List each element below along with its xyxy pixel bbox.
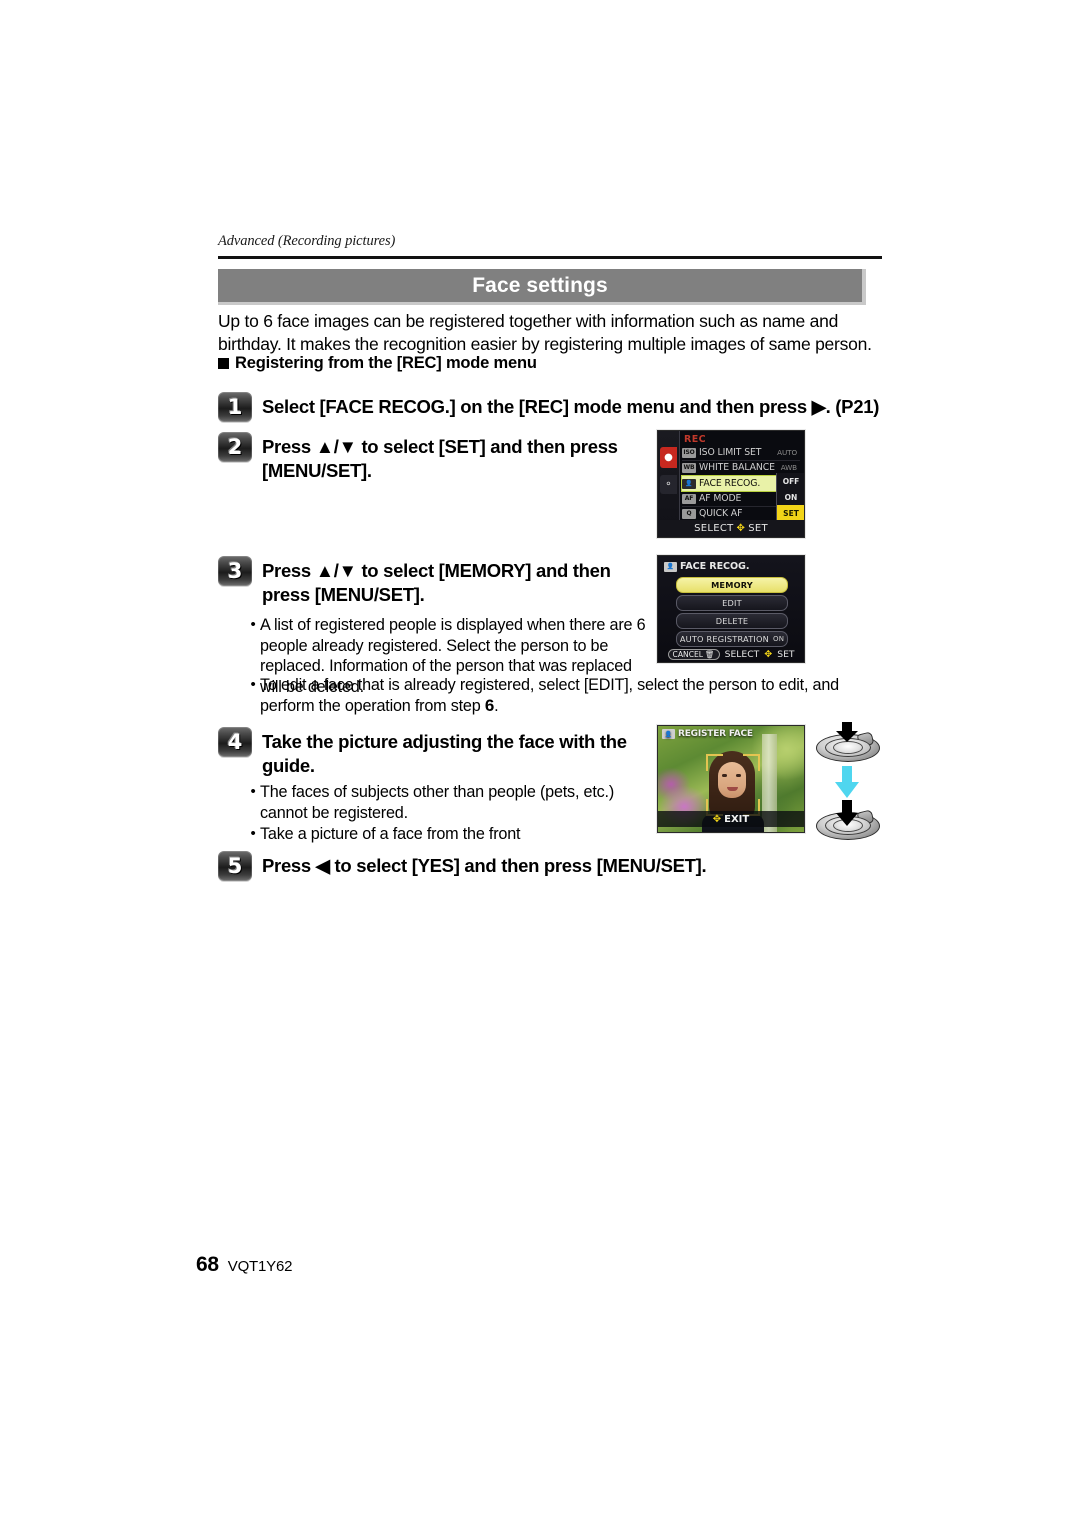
joystick-icon: ✥ xyxy=(736,523,746,534)
step-2-badge: 2 xyxy=(218,432,252,462)
face-icon: 👤 xyxy=(682,478,696,489)
lcd-row-value: AUTO xyxy=(777,448,797,457)
step-5-text: Press ◀ to select [YES] and then press [… xyxy=(262,855,707,876)
lcd-option-column: OFF ON SET xyxy=(776,473,804,521)
joystick-icon: ✥ xyxy=(764,648,773,660)
step-5: 5 Press ◀ to select [YES] and then press… xyxy=(218,851,886,881)
lcd-button-edit: EDIT xyxy=(676,595,788,611)
bullet-dot-icon: • xyxy=(250,783,256,800)
step-3-text: Press ▲/▼ to select [MEMORY] and then pr… xyxy=(262,560,611,605)
lcd-option-set: SET xyxy=(777,505,804,521)
lcd-row-iso-limit: ISO ISO LIMIT SET AUTO xyxy=(682,445,800,461)
subsection-heading: Registering from the [REC] mode menu xyxy=(218,354,537,373)
step-3-bullets-2: • To edit a face that is already registe… xyxy=(246,675,886,717)
iso-icon: ISO xyxy=(682,447,696,458)
joystick-icon: ✥ xyxy=(712,813,722,825)
bullet-dot-icon: • xyxy=(250,825,256,842)
bullet-dot-icon: • xyxy=(250,616,256,633)
lcd-footer-cancel: CANCEL 🗑 xyxy=(667,648,720,660)
lcd-title: 👤 REGISTER FACE xyxy=(662,729,753,739)
bullet-item: • The faces of subjects other than peopl… xyxy=(246,782,646,823)
shutter-button-full-press-icon xyxy=(812,800,882,840)
step-3: 3 Press ▲/▼ to select [MEMORY] and then … xyxy=(218,556,643,606)
down-arrow-icon xyxy=(836,800,858,826)
af-icon: AF xyxy=(682,493,696,504)
lcd-exit-bar: ✥ EXIT xyxy=(658,811,804,827)
shutter-button-half-press-icon xyxy=(812,722,882,762)
bullet-dot-icon: • xyxy=(250,676,256,693)
bullet-text: The faces of subjects other than people … xyxy=(260,783,615,822)
page-number: 68 xyxy=(196,1253,219,1276)
wb-icon: WB xyxy=(682,462,696,473)
face-guide-frame-icon xyxy=(706,754,760,816)
lcd-exit-label: EXIT xyxy=(724,813,750,825)
lcd-button-auto-registration: AUTO REGISTRATION ON xyxy=(676,631,788,647)
page-footer: 68 VQT1Y62 xyxy=(196,1253,292,1277)
bullet-text-main: To edit a face that is already registere… xyxy=(260,676,839,715)
section-title: Face settings xyxy=(472,273,608,297)
step-2: 2 Press ▲/▼ to select [SET] and then pre… xyxy=(218,432,643,482)
lcd-footer-select: SELECT xyxy=(694,523,734,534)
lcd-header-label: FACE RECOG. xyxy=(680,561,750,572)
lcd-footer-set: SET xyxy=(748,523,768,534)
wrench-icon: ⚬ xyxy=(660,475,677,494)
face-icon: 👤 xyxy=(664,561,677,572)
step-4-badge: 4 xyxy=(218,727,252,757)
quick-icon: Q xyxy=(682,508,696,519)
step-3-badge: 3 xyxy=(218,556,252,586)
step-5-badge: 5 xyxy=(218,851,252,881)
lcd-row-value: AWB xyxy=(780,463,797,472)
camera-icon: ● xyxy=(660,447,677,468)
step-1-text: Select [FACE RECOG.] on the [REC] mode m… xyxy=(262,396,880,417)
step-4-text: Take the picture adjusting the face with… xyxy=(262,731,627,776)
lcd-mode-label: REC xyxy=(684,434,706,445)
bullet-text: Take a picture of a face from the front xyxy=(260,825,521,843)
step-2-text: Press ▲/▼ to select [SET] and then press… xyxy=(262,436,618,481)
bullet-text: To edit a face that is already registere… xyxy=(260,675,886,716)
lcd-footer: CANCEL 🗑 SELECT ✥ SET xyxy=(658,646,804,662)
lcd-row-label: WHITE BALANCE xyxy=(699,462,775,473)
bullet-item: • Take a picture of a face from the fron… xyxy=(246,824,646,845)
lcd-face-recog-menu: 👤 FACE RECOG. MEMORY EDIT DELETE AUTO RE… xyxy=(657,555,805,663)
lcd-rec-menu: ● ⚬ REC ISO ISO LIMIT SET AUTO WB WHITE … xyxy=(657,430,805,538)
face-icon: 👤 xyxy=(662,729,675,739)
square-bullet-icon xyxy=(218,358,229,369)
step-4: 4 Take the picture adjusting the face wi… xyxy=(218,727,643,777)
bullet-item: • To edit a face that is already registe… xyxy=(246,675,886,716)
step-4-bullets: • The faces of subjects other than peopl… xyxy=(246,782,646,846)
lcd-footer-select: SELECT xyxy=(724,648,760,660)
cyan-down-arrow-icon xyxy=(835,766,859,798)
subsection-heading-label: Registering from the [REC] mode menu xyxy=(235,354,537,372)
section-banner: Face settings xyxy=(218,269,866,305)
lcd-header: 👤 FACE RECOG. xyxy=(664,561,749,572)
lcd-footer: SELECT ✥ SET xyxy=(658,520,804,537)
lcd-option-on: ON xyxy=(784,492,798,502)
lcd-footer-cancel-label: CANCEL xyxy=(672,649,704,659)
lcd-footer-set: SET xyxy=(777,648,795,660)
lcd-button-flag: ON xyxy=(773,635,785,643)
lcd-title-label: REGISTER FACE xyxy=(678,729,753,739)
section-intro: Up to 6 face images can be registered to… xyxy=(218,311,872,354)
step-1: 1 Select [FACE RECOG.] on the [REC] mode… xyxy=(218,392,886,422)
lcd-option-off: OFF xyxy=(782,476,800,486)
lcd-register-face: 👤 REGISTER FACE ✥ EXIT xyxy=(657,725,805,833)
manual-page: Advanced (Recording pictures) Face setti… xyxy=(0,0,1080,1526)
running-head: Advanced (Recording pictures) xyxy=(218,233,396,249)
lcd-button-label: AUTO REGISTRATION xyxy=(679,634,769,644)
header-rule xyxy=(218,256,882,259)
bullet-text-suffix: . xyxy=(494,696,499,715)
lcd-button-memory: MEMORY xyxy=(676,577,788,593)
shutter-press-diagram xyxy=(812,722,882,840)
lcd-button-delete: DELETE xyxy=(676,613,788,629)
step-1-badge: 1 xyxy=(218,392,252,422)
lcd-row-label: ISO LIMIT SET xyxy=(699,447,762,458)
down-arrow-icon xyxy=(836,722,858,748)
step-reference: 6 xyxy=(484,695,495,715)
trash-icon: 🗑 xyxy=(705,649,715,659)
document-id: VQT1Y62 xyxy=(227,1258,293,1275)
